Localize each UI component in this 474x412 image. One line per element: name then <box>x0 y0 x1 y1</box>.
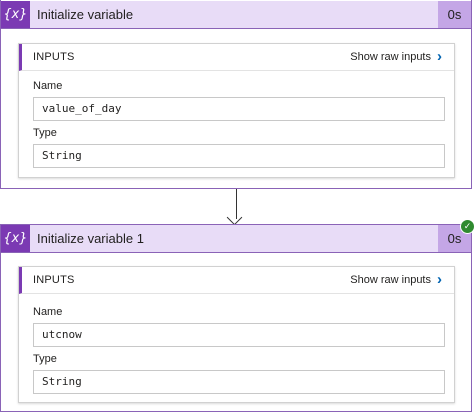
name-value: value_of_day <box>33 97 445 121</box>
type-label: Type <box>33 353 57 365</box>
show-raw-inputs-label: Show raw inputs <box>350 51 431 63</box>
type-label: Type <box>33 127 57 139</box>
action-title: Initialize variable <box>37 7 134 22</box>
inputs-label: INPUTS <box>33 274 75 286</box>
name-label: Name <box>33 306 63 318</box>
variable-icon: {x} <box>1 1 30 28</box>
show-raw-inputs-label: Show raw inputs <box>350 274 431 286</box>
action-card-initialize-variable[interactable]: {x} Initialize variable 0s INPUTS Show r… <box>0 0 472 189</box>
chevron-right-icon: › <box>437 271 442 288</box>
action-title: Initialize variable 1 <box>37 231 144 246</box>
inputs-header: INPUTS Show raw inputs › <box>19 267 454 294</box>
action-card-initialize-variable-1[interactable]: {x} Initialize variable 1 0s ✓ INPUTS Sh… <box>0 219 474 412</box>
chevron-right-icon: › <box>437 48 442 65</box>
inputs-label: INPUTS <box>33 51 75 63</box>
show-raw-inputs-link[interactable]: Show raw inputs › <box>350 44 442 70</box>
action-card-header[interactable]: {x} Initialize variable 1 0s ✓ <box>1 219 474 253</box>
arrow-down-icon <box>226 209 243 226</box>
inputs-panel: INPUTS Show raw inputs › Name value_of_da… <box>18 43 455 178</box>
variable-icon: {x} <box>1 225 30 252</box>
name-value: utcnow <box>33 323 445 347</box>
type-value: String <box>33 144 445 168</box>
name-label: Name <box>33 80 63 92</box>
show-raw-inputs-link[interactable]: Show raw inputs › <box>350 267 442 293</box>
type-value: String <box>33 370 445 394</box>
duration-badge: 0s <box>438 1 471 28</box>
action-card-header[interactable]: {x} Initialize variable 0s <box>1 1 471 29</box>
check-circle-icon: ✓ <box>460 219 474 234</box>
inputs-header: INPUTS Show raw inputs › <box>19 44 454 71</box>
inputs-panel: INPUTS Show raw inputs › Name utcnow Type… <box>18 266 455 403</box>
